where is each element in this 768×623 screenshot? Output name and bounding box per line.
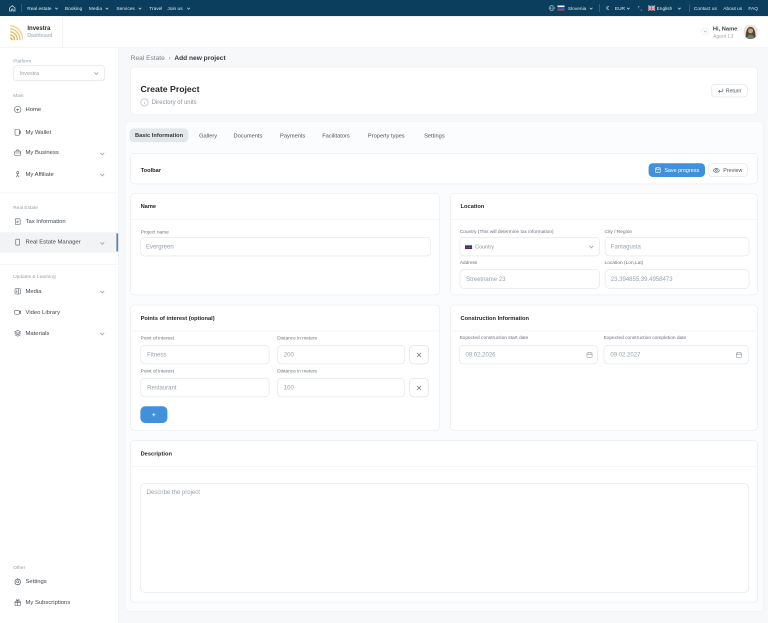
svg-text:x: x <box>640 8 642 12</box>
